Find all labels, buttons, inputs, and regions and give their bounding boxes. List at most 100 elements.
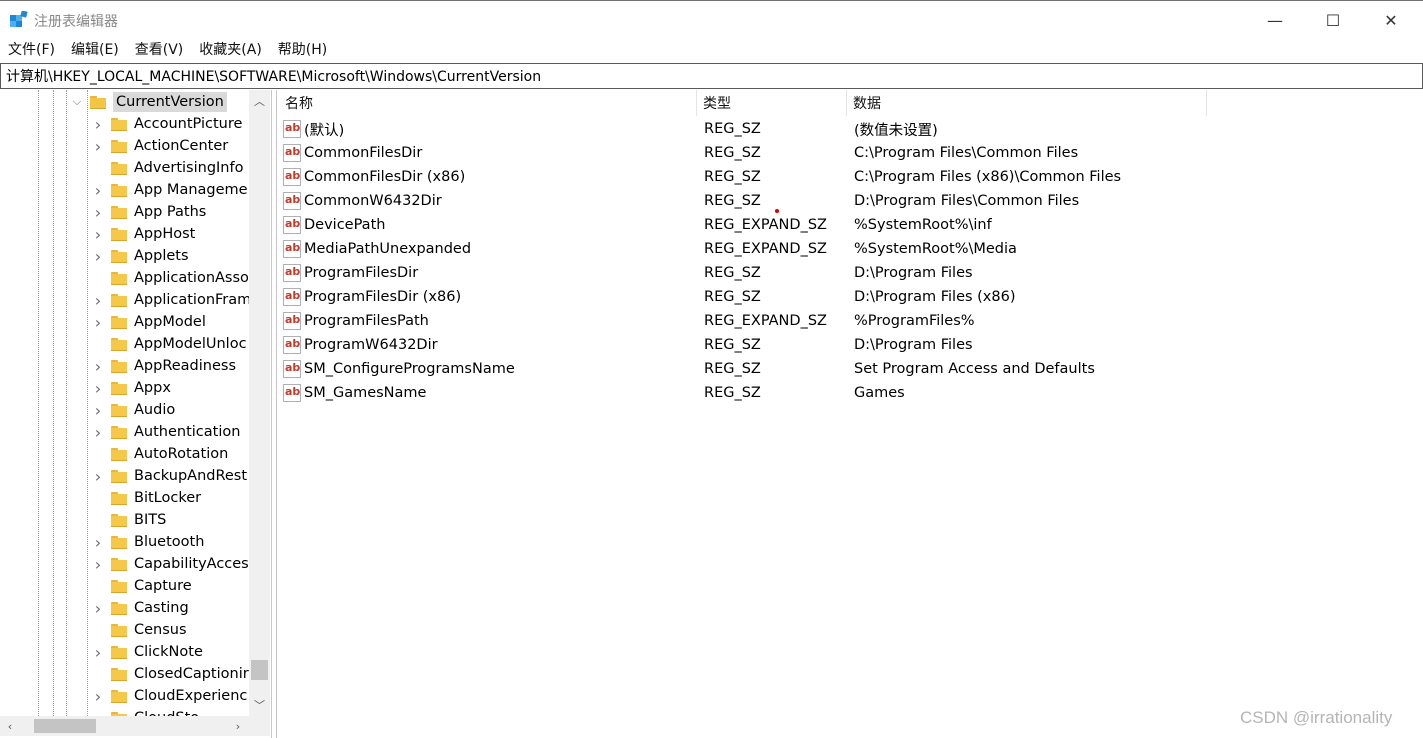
tree-item[interactable]: › CloudExperienc [91,685,248,707]
tree-item[interactable]: › AppReadiness [91,355,236,377]
scroll-left-icon[interactable]: ‹ [0,716,20,736]
chevron-right-icon[interactable]: › [91,355,105,377]
value-data: %SystemRoot%\Media [854,241,1017,257]
value-row[interactable]: ab DevicePath REG_EXPAND_SZ %SystemRoot%\in… [277,213,1277,237]
tree-item[interactable]: ApplicationAsso [91,267,249,289]
value-type: REG_SZ [704,337,761,353]
chevron-right-icon[interactable]: › [91,289,105,311]
value-name: ProgramFilesPath [304,313,429,329]
tree-item[interactable]: BITS [91,509,166,531]
tree-item[interactable]: › CapabilityAcces [91,553,249,575]
tree-item[interactable]: › Applets [91,245,189,267]
column-header-name[interactable]: 名称 [285,90,697,116]
value-row[interactable]: ab MediaPathUnexpanded REG_EXPAND_SZ %Syste… [277,237,1277,261]
value-row[interactable]: ab ProgramFilesDir REG_SZ D:\Program Files [277,261,1277,285]
tree-vertical-scrollbar[interactable]: ︿ ﹀ [249,90,270,716]
menu-file[interactable]: 文件(F) [0,38,63,62]
value-name: ProgramW6432Dir [304,337,438,353]
chevron-right-icon[interactable]: › [91,421,105,443]
tree-item[interactable]: › Bluetooth [91,531,205,553]
tree-item[interactable]: AdvertisingInfo [91,157,243,179]
chevron-right-icon[interactable]: › [91,311,105,333]
tree-item[interactable]: › Casting [91,597,189,619]
menu-edit[interactable]: 编辑(E) [63,38,127,62]
tree-horizontal-scrollbar[interactable]: ‹ › [0,716,249,736]
tree-item[interactable]: Census [91,619,187,641]
tree-item[interactable]: AppModelUnloc [91,333,247,355]
scroll-down-icon[interactable]: ﹀ [249,694,270,716]
tree-item-label: BitLocker [134,490,202,506]
menu-favorites[interactable]: 收藏夹(A) [191,38,270,62]
chevron-right-icon[interactable]: › [91,641,105,663]
tree-item-label: BackupAndRest [134,468,248,484]
string-value-icon: ab [283,144,301,162]
tree-item[interactable]: › Appx [91,377,171,399]
tree-item[interactable]: › ActionCenter [91,135,228,157]
tree-item[interactable]: › ApplicationFram [91,289,249,311]
chevron-right-icon[interactable]: › [91,597,105,619]
tree-item-label: BITS [134,512,167,528]
string-value-icon: ab [283,336,301,354]
minimize-button[interactable]: — [1246,1,1304,39]
string-value-icon-text: ab [285,121,301,134]
chevron-right-icon[interactable]: › [91,179,105,201]
tree-item[interactable]: Capture [91,575,192,597]
value-row[interactable]: ab SM_GamesName REG_SZ Games [277,381,1277,405]
menu-view[interactable]: 查看(V) [127,38,192,62]
tree-item[interactable]: › AccountPicture [91,113,243,135]
close-button[interactable]: ✕ [1362,1,1420,39]
menu-help[interactable]: 帮助(H) [270,38,335,62]
scroll-right-icon[interactable]: › [228,716,248,736]
maximize-button[interactable]: ☐ [1304,1,1362,39]
tree-item[interactable]: › Authentication [91,421,241,443]
tree-item[interactable]: › Audio [91,399,175,421]
tree-item[interactable]: ClosedCaptionir [91,663,249,685]
chevron-down-icon[interactable]: ⌵ [70,91,84,113]
string-value-icon-text: ab [285,193,301,206]
chevron-right-icon[interactable]: › [91,399,105,421]
chevron-right-icon[interactable]: › [91,245,105,267]
chevron-right-icon[interactable]: › [91,531,105,553]
scroll-up-icon[interactable]: ︿ [249,90,270,112]
chevron-right-icon[interactable]: › [91,685,105,707]
scroll-thumb-horizontal[interactable] [34,719,96,733]
value-row[interactable]: ab CommonFilesDir (x86) REG_SZ C:\Program F… [277,165,1277,189]
tree-item[interactable]: BitLocker [91,487,201,509]
chevron-right-icon[interactable]: › [91,223,105,245]
value-name-cell: ab (默认) [283,117,344,141]
tree-item[interactable]: AutoRotation [91,443,228,465]
tree-item[interactable]: › App Manageme [91,179,248,201]
address-bar[interactable]: 计算机\HKEY_LOCAL_MACHINE\SOFTWARE\Microsof… [0,63,1423,89]
tree-item[interactable]: › App Paths [91,201,207,223]
value-name: SM_GamesName [304,385,427,401]
value-type: REG_SZ [704,385,761,401]
value-row[interactable]: ab CommonFilesDir REG_SZ C:\Program Files\C… [277,141,1277,165]
tree-item[interactable]: › BackupAndRest [91,465,247,487]
tree-item[interactable]: › AppModel [91,311,206,333]
title-bar[interactable]: 注册表编辑器 — ☐ ✕ [0,0,1423,38]
tree-item[interactable]: › AppHost [91,223,196,245]
tree-item[interactable]: › ClickNote [91,641,203,663]
scroll-thumb[interactable] [251,660,268,680]
column-header-type[interactable]: 类型 [703,90,847,116]
chevron-right-icon[interactable]: › [91,377,105,399]
column-header-data[interactable]: 数据 [853,90,1207,116]
tree-item-label: Audio [134,402,176,418]
chevron-right-icon[interactable]: › [91,201,105,223]
value-row[interactable]: ab (默认) REG_SZ (数值未设置) [277,117,1277,141]
folder-icon [111,425,127,439]
value-row[interactable]: ab ProgramFilesPath REG_EXPAND_SZ %ProgramF… [277,309,1277,333]
tree-item-current[interactable]: ⌵ CurrentVersion [70,91,227,113]
value-row[interactable]: ab SM_ConfigureProgramsName REG_SZ Set Prog… [277,357,1277,381]
chevron-right-icon[interactable]: › [91,465,105,487]
chevron-right-icon[interactable]: › [91,113,105,135]
chevron-right-icon[interactable]: › [91,553,105,575]
chevron-right-icon[interactable]: › [91,135,105,157]
tree-guide-line [38,90,39,716]
folder-icon [111,139,127,153]
value-row[interactable]: ab ProgramW6432Dir REG_SZ D:\Program Files [277,333,1277,357]
value-row[interactable]: ab ProgramFilesDir (x86) REG_SZ D:\Program … [277,285,1277,309]
tree-item[interactable]: CloudSto [91,707,199,716]
